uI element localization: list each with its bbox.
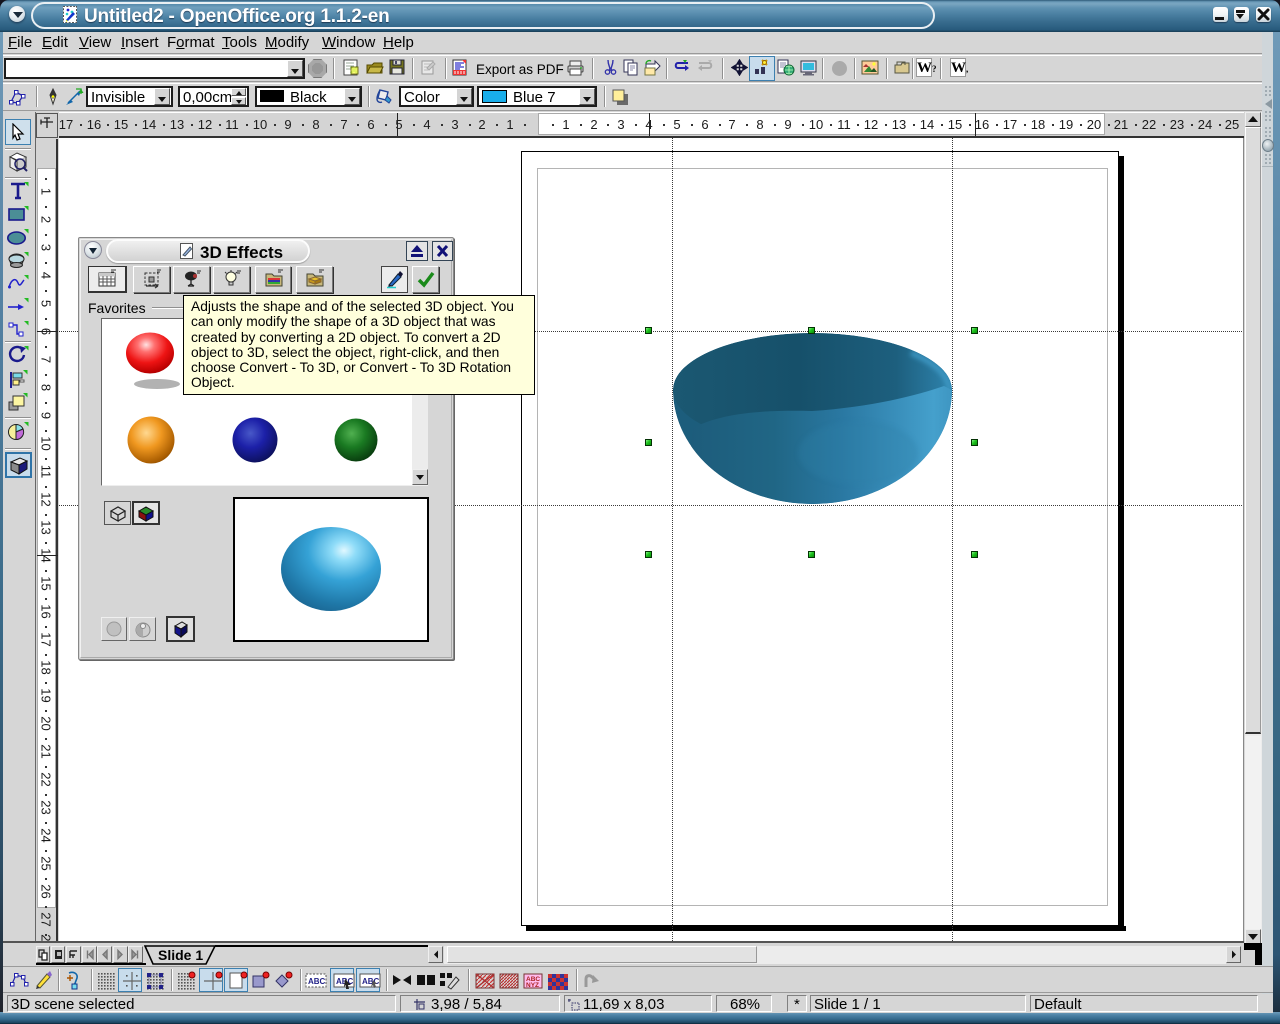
- svg-text:ABC: ABC: [308, 977, 326, 986]
- svg-text:ABC: ABC: [362, 977, 380, 986]
- svg-text:NYZ: NYZ: [526, 982, 539, 989]
